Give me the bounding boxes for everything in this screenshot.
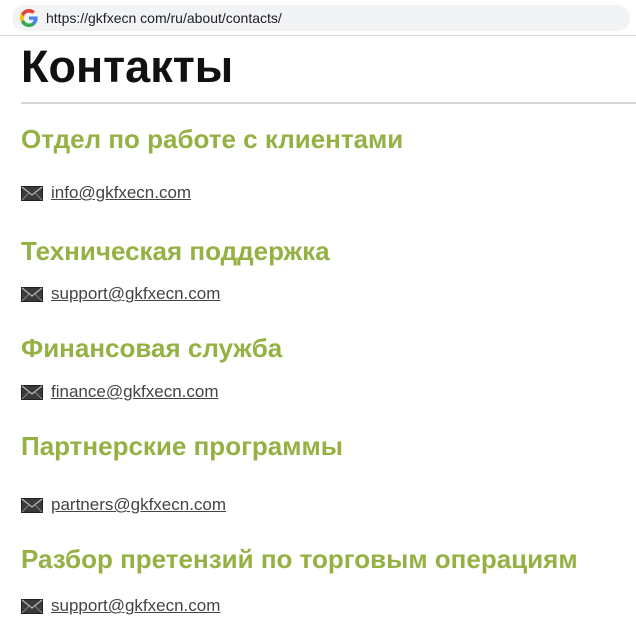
envelope-icon (21, 186, 43, 201)
section-title-tech-support: Техническая поддержка (21, 236, 330, 266)
section-title-partners: Партнерские программы (21, 431, 343, 461)
section-title-claims: Разбор претензий по торговым операциям (21, 544, 578, 574)
google-g-icon (20, 9, 38, 27)
browser-address-bar: https://gkfxecn com/ru/about/contacts/ (0, 0, 636, 36)
envelope-icon (21, 599, 43, 614)
envelope-icon (21, 498, 43, 513)
page-title: Контакты (21, 41, 234, 92)
section-title-finance: Финансовая служба (21, 333, 283, 363)
email-link-clients[interactable]: info@gkfxecn.com (51, 182, 191, 204)
envelope-icon (21, 385, 43, 400)
email-link-finance[interactable]: finance@gkfxecn.com (51, 381, 219, 403)
section-title-clients: Отдел по работе с клиентами (21, 124, 404, 154)
url-field[interactable]: https://gkfxecn com/ru/about/contacts/ (12, 5, 630, 31)
envelope-icon (21, 287, 43, 302)
url-text: https://gkfxecn com/ru/about/contacts/ (46, 10, 282, 26)
email-link-partners[interactable]: partners@gkfxecn.com (51, 494, 226, 516)
title-divider (21, 102, 636, 104)
email-link-tech-support[interactable]: support@gkfxecn.com (51, 283, 220, 305)
email-link-claims[interactable]: support@gkfxecn.com (51, 595, 220, 617)
